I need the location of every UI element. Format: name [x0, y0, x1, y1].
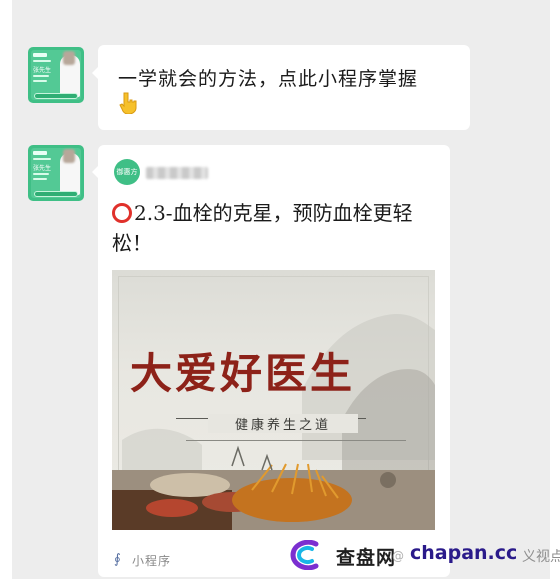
card-footer: ∮ 小程序	[114, 550, 314, 570]
cover-headline: 大爱好医生	[130, 349, 356, 398]
watermark-en: chapan.cc	[410, 542, 518, 564]
frame-left	[0, 0, 12, 579]
watermark-faded-left: @	[392, 549, 404, 563]
avatar-button	[34, 93, 78, 99]
avatar-name: 张先生	[33, 165, 52, 172]
sender-avatar[interactable]: 张先生	[28, 145, 84, 201]
avatar-line	[33, 60, 51, 62]
card-title: 2.3-血栓的克星，预防血栓更轻松！	[112, 198, 432, 258]
watermark-cn: 查盘网	[336, 547, 397, 569]
avatar-line	[33, 173, 49, 175]
avatar-name: 张先生	[33, 67, 52, 74]
mini-program-icon: ∮	[114, 552, 121, 567]
watermark: 查盘网 @ chapan.cc 义视点	[290, 536, 560, 574]
card-title-text: 2.3-血栓的克星，预防血栓更轻松！	[112, 201, 413, 255]
avatar-line	[33, 158, 51, 160]
avatar-line	[33, 178, 47, 180]
card-cover-image[interactable]: 大爱好医生 健康养生之道	[112, 270, 435, 530]
watermark-faded-right: 义视点	[522, 549, 560, 565]
cover-underline	[186, 440, 406, 441]
pointing-down-emoji-icon	[119, 92, 137, 114]
mini-program-label: 小程序	[132, 553, 172, 568]
avatar-face-blur	[63, 149, 75, 163]
red-circle-icon	[112, 203, 132, 223]
cover-subtitle: 健康养生之道	[208, 414, 358, 433]
watermark-logo-icon	[290, 540, 319, 570]
avatar-button	[34, 191, 78, 197]
frame-right	[550, 0, 560, 579]
avatar-face-blur	[63, 51, 75, 65]
sender-avatar[interactable]: 张先生	[28, 47, 84, 103]
avatar-line	[33, 80, 47, 82]
message-text: 一学就会的方法，点此小程序掌握	[118, 68, 419, 90]
avatar-tag	[33, 53, 47, 57]
mini-program-logo: 御惠方	[114, 159, 140, 185]
avatar-line	[33, 75, 49, 77]
mini-program-name-blurred	[146, 167, 208, 179]
avatar-tag	[33, 151, 47, 155]
